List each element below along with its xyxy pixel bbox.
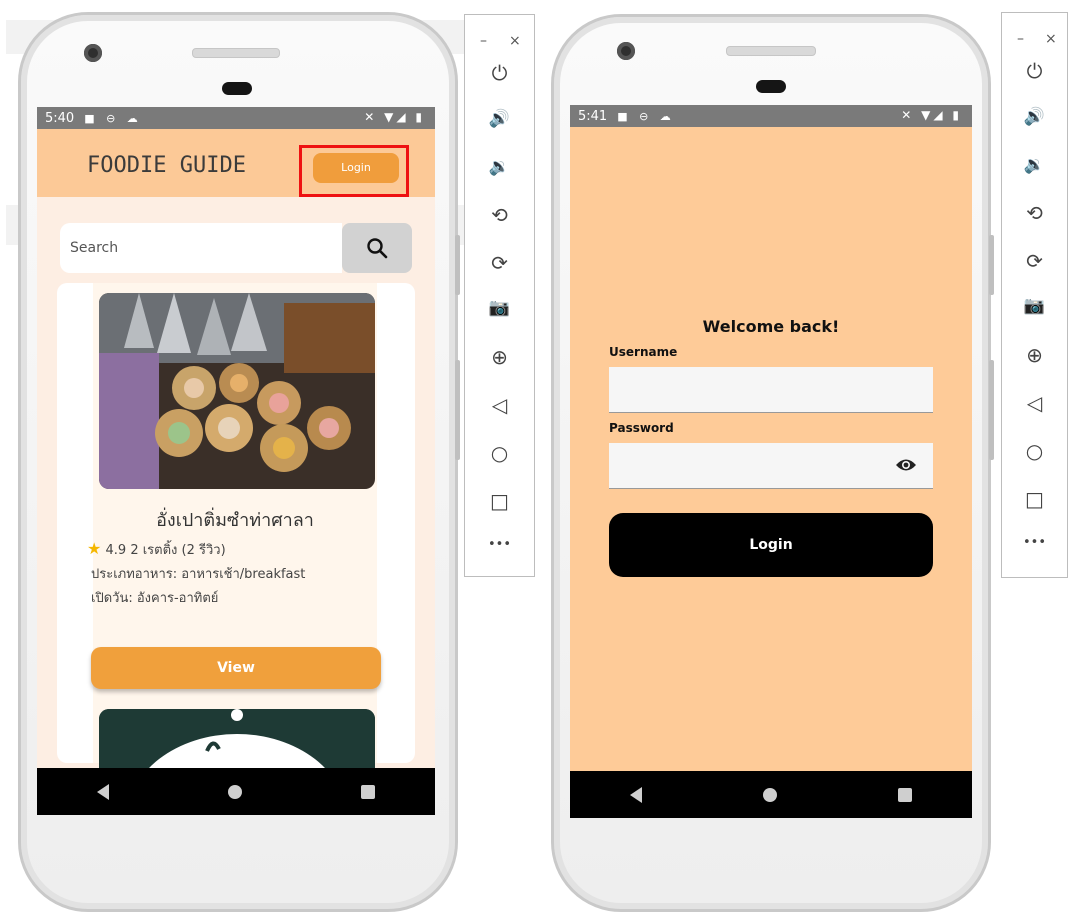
notification-icons: ■ ⊖ ☁ <box>617 109 675 123</box>
eye-icon[interactable] <box>895 458 917 472</box>
minimize-button[interactable]: – <box>1017 31 1024 47</box>
restaurant-name: อั่งเปาติ่มซำท่าศาลา <box>156 510 314 531</box>
volume-down-icon[interactable]: 🔉 <box>1002 155 1067 175</box>
back-icon[interactable]: ◁ <box>1002 391 1067 415</box>
phone-side-button <box>455 360 460 460</box>
android-nav-bar <box>570 771 972 818</box>
restaurant-list: อั่งเปาติ่มซำท่าศาลา ★ 4.9 2 เรตติ้ง (2 … <box>57 283 415 769</box>
search-bar: Search <box>60 223 412 273</box>
volume-up-icon[interactable]: 🔊 <box>1002 107 1067 127</box>
back-icon[interactable]: ◁ <box>465 393 534 417</box>
nav-home-icon[interactable] <box>762 787 777 802</box>
app-header: FOODIE GUIDE Login <box>37 129 435 197</box>
phone-side-button <box>455 235 460 295</box>
overview-icon[interactable]: □ <box>465 489 534 513</box>
home-icon[interactable]: ○ <box>465 441 534 465</box>
earpiece-speaker <box>726 46 816 56</box>
close-button[interactable]: × <box>509 33 521 49</box>
status-time: 5:41 <box>578 108 608 124</box>
rotate-left-icon[interactable]: ⟲ <box>1002 201 1067 225</box>
search-button[interactable] <box>342 223 412 273</box>
password-field[interactable] <box>609 443 933 489</box>
nav-back-icon[interactable] <box>96 783 109 800</box>
restaurant-photo <box>99 293 375 489</box>
earpiece-speaker <box>192 48 280 58</box>
nav-back-icon[interactable] <box>630 786 643 803</box>
close-button[interactable]: × <box>1045 31 1057 47</box>
star-icon: ★ <box>87 539 102 558</box>
login-submit-button[interactable]: Login <box>609 513 933 577</box>
status-bar: 5:41 ■ ⊖ ☁ ✕ ▼◢ ▮ <box>570 105 972 127</box>
welcome-heading: Welcome back! <box>702 317 840 336</box>
proximity-sensor <box>756 80 786 93</box>
food-type: ประเภทอาหาร: อาหารเช้า/breakfast <box>91 567 306 582</box>
rotate-right-icon[interactable]: ⟳ <box>465 251 534 275</box>
highlight-box <box>299 145 409 197</box>
proximity-sensor <box>222 82 252 95</box>
rotate-left-icon[interactable]: ⟲ <box>465 203 534 227</box>
username-field[interactable] <box>609 367 933 413</box>
restaurant-photo-next <box>99 709 375 769</box>
zoom-icon[interactable]: ⊕ <box>1002 343 1067 367</box>
login-screen: Welcome back! Username Password Login <box>570 127 972 771</box>
rating-row: ★ 4.9 2 เรตติ้ง (2 รีวิว) <box>87 539 226 560</box>
nav-home-icon[interactable] <box>227 784 242 799</box>
rotate-right-icon[interactable]: ⟳ <box>1002 249 1067 273</box>
minimize-button[interactable]: – <box>480 33 487 49</box>
front-camera <box>84 44 102 62</box>
emulator-toolbar-left: – × ⏻ 🔊 🔉 ⟲ ⟳ 📷 ⊕ ◁ ○ □ ••• <box>464 14 535 577</box>
right-screen: 5:41 ■ ⊖ ☁ ✕ ▼◢ ▮ Welcome back! Username… <box>570 105 972 818</box>
camera-icon[interactable]: 📷 <box>465 298 534 318</box>
android-nav-bar <box>37 768 435 815</box>
rating-value: 4.9 <box>105 543 127 558</box>
app-title: FOODIE GUIDE <box>87 153 246 178</box>
phone-side-button <box>989 235 994 295</box>
overview-icon[interactable]: □ <box>1002 487 1067 511</box>
home-icon[interactable]: ○ <box>1002 439 1067 463</box>
status-bar: 5:40 ■ ⊖ ☁ ✕ ▼◢ ▮ <box>37 107 435 129</box>
more-icon[interactable]: ••• <box>1002 535 1067 550</box>
volume-up-icon[interactable]: 🔊 <box>465 109 534 129</box>
status-time: 5:40 <box>45 110 75 126</box>
power-icon[interactable]: ⏻ <box>1002 59 1067 83</box>
power-icon[interactable]: ⏻ <box>465 61 534 85</box>
password-label: Password <box>609 421 674 435</box>
nav-recents-icon[interactable] <box>897 787 912 802</box>
rating-count: 2 เรตติ้ง (2 รีวิว) <box>130 543 226 558</box>
more-icon[interactable]: ••• <box>465 537 534 552</box>
restaurant-card: อั่งเปาติ่มซำท่าศาลา ★ 4.9 2 เรตติ้ง (2 … <box>87 283 381 769</box>
open-days: เปิดวัน: อังคาร-อาทิตย์ <box>91 591 219 606</box>
signal-battery-icons: ✕ ▼◢ ▮ <box>364 110 425 124</box>
signal-battery-icons: ✕ ▼◢ ▮ <box>901 108 962 122</box>
search-icon <box>367 238 388 259</box>
view-button[interactable]: View <box>91 647 381 689</box>
zoom-icon[interactable]: ⊕ <box>465 345 534 369</box>
camera-icon[interactable]: 📷 <box>1002 296 1067 316</box>
notification-icons: ■ ⊖ ☁ <box>84 111 142 125</box>
search-input[interactable]: Search <box>60 223 342 273</box>
phone-side-button <box>989 360 994 460</box>
app-body: Search อั่งเปาติ่มซำท่าศาลา ★ 4.9 2 เรตต… <box>37 197 435 769</box>
username-label: Username <box>609 345 678 359</box>
left-screen: 5:40 ■ ⊖ ☁ ✕ ▼◢ ▮ FOODIE GUIDE Login Sea… <box>37 107 435 815</box>
front-camera <box>617 42 635 60</box>
volume-down-icon[interactable]: 🔉 <box>465 157 534 177</box>
nav-recents-icon[interactable] <box>361 784 376 799</box>
emulator-toolbar-right: – × ⏻ 🔊 🔉 ⟲ ⟳ 📷 ⊕ ◁ ○ □ ••• <box>1001 12 1068 578</box>
